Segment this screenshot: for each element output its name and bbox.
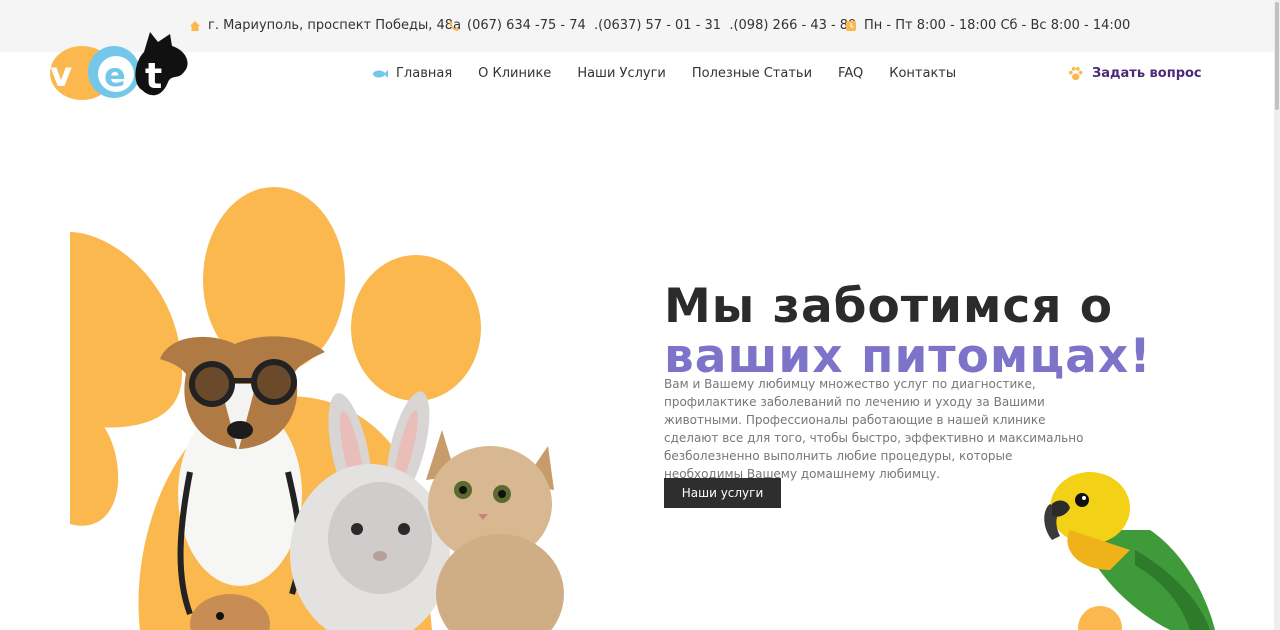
paw-toe-left bbox=[70, 232, 182, 428]
hero-pets-illustration bbox=[70, 187, 564, 630]
hero-title-line1: Мы заботимся о bbox=[664, 279, 1114, 334]
parrot-illustration bbox=[1044, 472, 1215, 630]
clock-icon bbox=[846, 20, 856, 31]
nav-item-contacts[interactable]: Контакты bbox=[889, 66, 956, 81]
nav-item-label: Контакты bbox=[889, 66, 957, 81]
hours-info: Пн - Пт 8:00 - 18:00 Сб - Вс 8:00 - 14:0… bbox=[845, 18, 1130, 33]
nav-item-home[interactable]: Главная bbox=[372, 66, 452, 81]
scrollbar-thumb[interactable] bbox=[1275, 2, 1279, 110]
main-navigation-bar: Главная О Клинике Наши Услуги Полезные С… bbox=[0, 52, 1280, 100]
paw-icon bbox=[1068, 66, 1083, 81]
nav-item-label: Главная bbox=[396, 66, 453, 81]
address-info: г. Мариуполь, проспект Победы, 48а bbox=[189, 18, 461, 33]
phone-info: (067) 634 -75 - 74 .(0637) 57 - 01 - 31 … bbox=[448, 18, 856, 33]
kitten bbox=[426, 430, 564, 630]
ask-question-button[interactable]: Задать вопрос bbox=[1068, 66, 1202, 81]
page-scrollbar[interactable] bbox=[1274, 0, 1280, 630]
nav-item-articles[interactable]: Полезные Статьи bbox=[692, 66, 812, 81]
address-text: г. Мариуполь, проспект Победы, 48а bbox=[208, 18, 462, 33]
hours-text: Пн - Пт 8:00 - 18:00 Сб - Вс 8:00 - 14:0… bbox=[864, 18, 1131, 33]
nav-item-label: FAQ bbox=[838, 66, 864, 81]
nav-item-label: О Клинике bbox=[478, 66, 552, 81]
phones-text[interactable]: (067) 634 -75 - 74 .(0637) 57 - 01 - 31 … bbox=[467, 18, 856, 33]
phone-icon bbox=[449, 20, 459, 31]
paw-toe-right bbox=[351, 255, 481, 401]
fish-icon bbox=[373, 69, 388, 78]
hero-title: Мы заботимся о ваших питомцах! bbox=[664, 282, 1152, 382]
ask-question-label: Задать вопрос bbox=[1092, 66, 1202, 81]
nav-item-label: Полезные Статьи bbox=[691, 66, 813, 81]
decor-circle bbox=[1078, 606, 1122, 630]
nav-item-faq[interactable]: FAQ bbox=[838, 66, 863, 81]
hero-description: Вам и Вашему любимцу множество услуг по … bbox=[664, 377, 1084, 481]
nav-item-label: Наши Услуги bbox=[577, 66, 666, 81]
main-nav: Главная О Клинике Наши Услуги Полезные С… bbox=[372, 66, 956, 81]
our-services-button[interactable]: Наши услуги bbox=[664, 478, 781, 508]
nav-item-services[interactable]: Наши Услуги bbox=[577, 66, 666, 81]
nav-item-about[interactable]: О Клинике bbox=[478, 66, 551, 81]
